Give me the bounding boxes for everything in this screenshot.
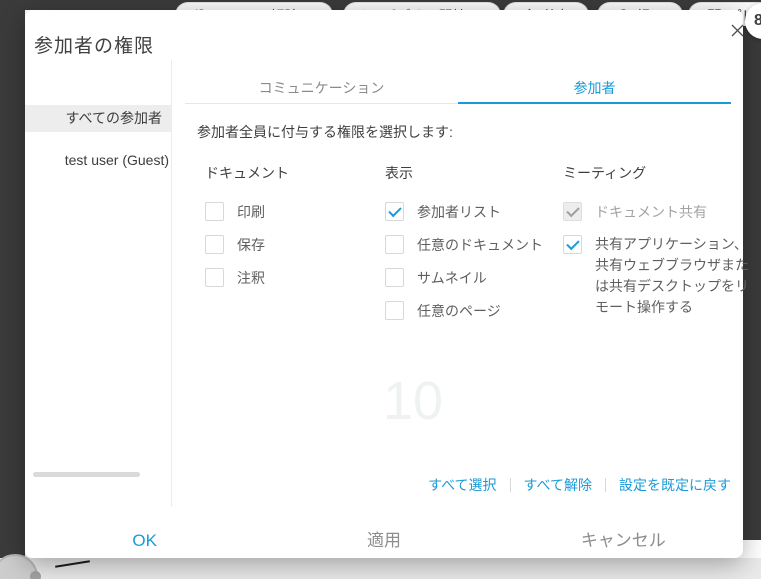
checkbox-participant-list-label: 参加者リスト xyxy=(417,202,501,222)
checkbox-save[interactable] xyxy=(205,235,224,254)
checkbox-annotate-label: 注釈 xyxy=(237,268,265,288)
avatar-status-dot xyxy=(30,571,41,579)
checkbox-document-sharing xyxy=(563,202,582,221)
sidebar-item-all-participants[interactable]: すべての参加者 xyxy=(25,105,171,132)
checkbox-thumbnail-label: サムネイル xyxy=(417,268,487,288)
checkbox-any-page[interactable] xyxy=(385,301,404,320)
dialog-title: 参加者の権限 xyxy=(34,31,154,58)
sidebar-item-test-user[interactable]: test user (Guest) xyxy=(25,147,171,174)
corner-badge-count: 8 xyxy=(754,12,761,30)
checkbox-any-document-label: 任意のドキュメント xyxy=(417,235,543,255)
checkbox-any-document[interactable] xyxy=(385,235,404,254)
participant-privileges-dialog: 参加者の権限 すべての参加者 test user (Guest) コミュニケーシ… xyxy=(25,10,743,558)
watermark: 10 xyxy=(383,370,443,432)
checkbox-remote-control[interactable] xyxy=(563,235,582,254)
checkbox-print[interactable] xyxy=(205,202,224,221)
reset-defaults-link[interactable]: 設定を既定に戻す xyxy=(619,475,731,495)
link-separator xyxy=(510,478,511,492)
active-tab-underline xyxy=(458,102,731,104)
column-header-view: 表示 xyxy=(385,163,413,183)
tab-participants[interactable]: 参加者 xyxy=(458,77,731,104)
tab-bar: コミュニケーション 参加者 xyxy=(185,77,731,104)
clear-all-link[interactable]: すべて解除 xyxy=(524,475,592,495)
checkbox-save-label: 保存 xyxy=(237,235,265,255)
screen: 8 10 参加者の権限 すべての参加者 test user (Guest) コミ… xyxy=(0,0,761,579)
checkbox-print-label: 印刷 xyxy=(237,202,265,222)
column-header-document: ドキュメント xyxy=(205,163,289,183)
checkbox-annotate[interactable] xyxy=(205,268,224,287)
cancel-button[interactable]: キャンセル xyxy=(504,522,743,558)
checkbox-participant-list[interactable] xyxy=(385,202,404,221)
checkbox-document-sharing-label: ドキュメント共有 xyxy=(595,202,707,222)
close-icon xyxy=(731,24,744,37)
instruction-text: 参加者全員に付与する権限を選択します: xyxy=(197,122,453,142)
window-frame-left xyxy=(0,0,25,558)
tab-communication[interactable]: コミュニケーション xyxy=(185,77,458,104)
sidebar-divider xyxy=(171,60,172,507)
checkbox-any-page-label: 任意のページ xyxy=(417,301,501,321)
apply-button[interactable]: 適用 xyxy=(264,522,503,558)
link-separator xyxy=(605,478,606,492)
checkbox-remote-control-label: 共有アプリケーション、共有ウェブブラウザまたは共有デスクトップをリモート操作する xyxy=(595,234,751,318)
ok-button[interactable]: OK xyxy=(25,522,264,558)
column-header-meeting: ミーティング xyxy=(563,163,646,183)
action-links-row: すべて選択 すべて解除 設定を既定に戻す xyxy=(25,475,731,495)
select-all-link[interactable]: すべて選択 xyxy=(428,475,496,495)
checkbox-thumbnail[interactable] xyxy=(385,268,404,287)
meeting-toolbar xyxy=(0,558,761,579)
dialog-footer: OK 適用 キャンセル xyxy=(25,522,743,558)
